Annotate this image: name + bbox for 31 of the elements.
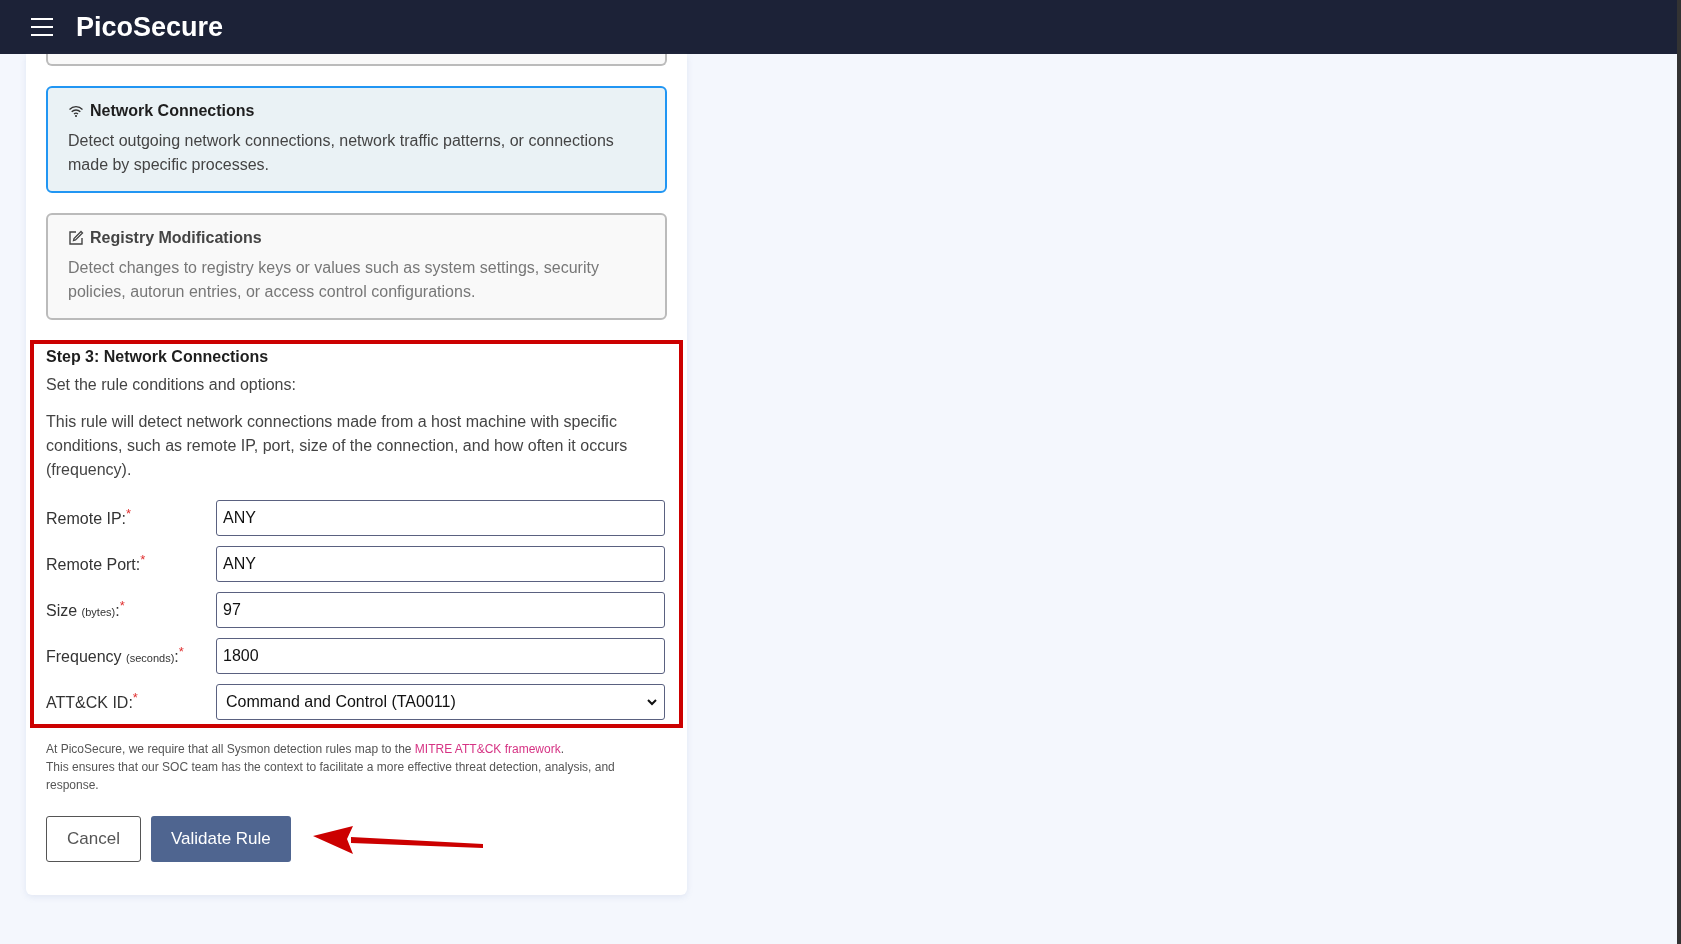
cancel-button[interactable]: Cancel [46, 816, 141, 862]
scrollbar[interactable] [1677, 0, 1681, 944]
field-label: Frequency (seconds):$^{*}$ [46, 643, 185, 667]
card-title: Network Connections [90, 102, 255, 120]
input-field[interactable]: 1800 [216, 638, 665, 674]
step-title: Step 3: Network Connections [46, 348, 270, 366]
field-label: ATT&CK ID:$^{*}$ [46, 689, 139, 713]
step-subtitle: Set the rule conditions and options: [46, 376, 297, 394]
menu-icon[interactable] [30, 17, 54, 37]
framework-link[interactable]: MITRE ATT&CK framework [414, 742, 561, 756]
input-field[interactable]: 97 [216, 592, 665, 628]
wifi-icon [68, 103, 84, 119]
app-title: PicoSecure [76, 11, 224, 43]
card-description: Detect changes to registry keys or values such as system settings, security policies, autorun entries, or access control configurations. [68, 258, 600, 302]
note-text: At PicoSecure, we require that all Sysmon detection rules map to the MITRE ATT&CK framework. [46, 741, 565, 758]
field-label: Remote IP:$^{*}$ [46, 505, 133, 529]
card-description: Detect outgoing network connections, network traffic patterns, or connections made by specific processes. [68, 131, 615, 175]
option-card[interactable] [46, 54, 667, 66]
note-text: This ensures that our SOC team has the context to facilitate a more effective threat detection, analysis, and response. [46, 759, 616, 794]
input-field[interactable]: ANY [216, 500, 665, 536]
card-title: Registry Modifications [90, 229, 262, 247]
dropdown[interactable]: Command and Control (TA0011) [216, 684, 665, 720]
field-label: Size (bytes):$^{*}$ [46, 597, 126, 621]
option-card[interactable]: Network Connections Detect outgoing network connections, network traffic patterns, or connections made by specific processes. [46, 86, 667, 193]
edit-icon [68, 230, 84, 246]
step-description: This rule will detect network connections made from a host machine with specific conditions, such as remote IP, port, size of the connection, and how often it occurs (frequency). [46, 412, 629, 480]
validate-button[interactable]: Validate Rule [150, 816, 291, 862]
chevron-down-icon [646, 697, 658, 707]
input-field[interactable]: ANY [216, 546, 665, 582]
field-label: Remote Port:$^{*}$ [46, 551, 147, 575]
option-card[interactable]: Registry Modifications Detect changes to registry keys or values such as system settings, security policies, autorun entries, or access control configurations. [46, 213, 667, 320]
